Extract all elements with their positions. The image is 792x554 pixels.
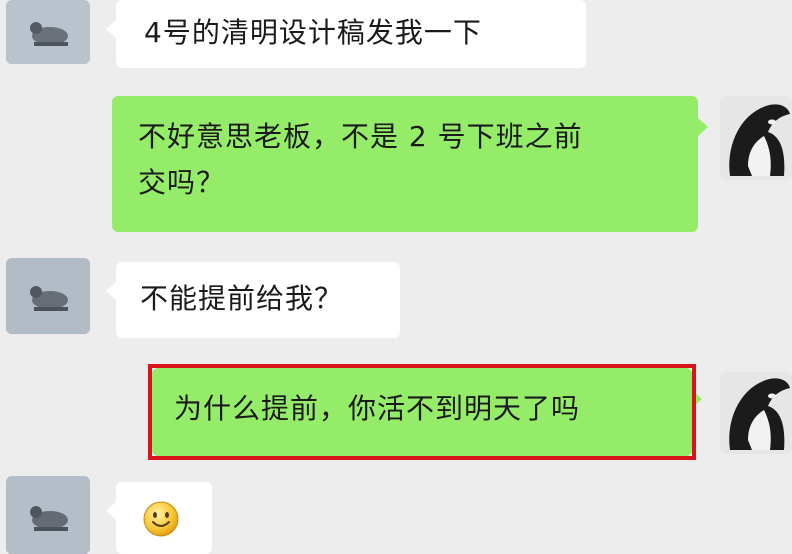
dog-avatar-icon xyxy=(6,258,90,334)
message-bubble-outgoing[interactable]: 不好意思老板，不是 2 号下班之前 交吗？ xyxy=(112,96,708,232)
dog-avatar-icon xyxy=(6,0,90,64)
message-text: 不能提前给我？ xyxy=(140,282,344,315)
message-text-line: 交吗？ xyxy=(138,166,226,199)
contact-avatar[interactable] xyxy=(6,476,90,554)
user-avatar[interactable] xyxy=(720,96,792,180)
dog-avatar-icon xyxy=(6,476,90,554)
orca-avatar-icon xyxy=(720,96,792,180)
contact-avatar[interactable] xyxy=(6,258,90,334)
message-bubble-incoming[interactable]: 不能提前给我？ xyxy=(106,262,400,338)
message-bubble-incoming[interactable]: 4号的清明设计稿发我一下 xyxy=(106,0,586,68)
smile-emoji-icon xyxy=(143,501,179,537)
chat-window: 4号的清明设计稿发我一下 不好意思老板，不是 2 号下班之前 交吗？ 不能提前给… xyxy=(0,0,792,554)
message-bubble-incoming[interactable] xyxy=(106,482,212,554)
contact-avatar[interactable] xyxy=(6,0,90,64)
message-text: 4号的清明设计稿发我一下 xyxy=(144,16,482,49)
highlight-frame xyxy=(148,364,696,460)
orca-avatar-icon xyxy=(720,372,792,454)
message-text-line: 不好意思老板，不是 2 号下班之前 xyxy=(138,120,583,153)
user-avatar[interactable] xyxy=(720,372,792,454)
